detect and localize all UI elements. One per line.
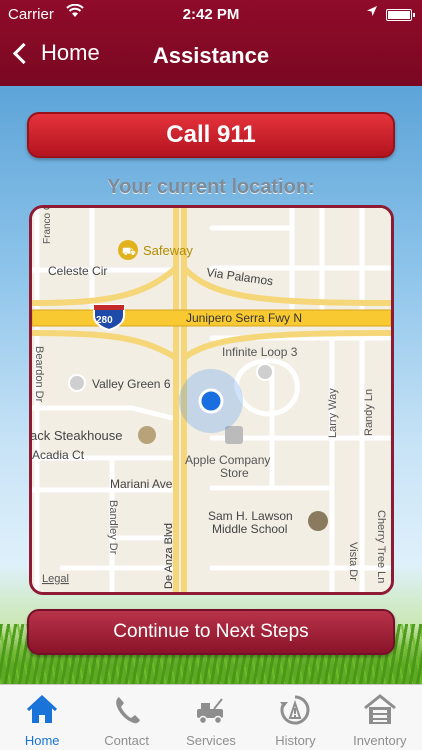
bandley-label: Bandley Dr [107,500,119,555]
cherry-label: Cherry Tree Ln [375,510,387,583]
map-legal-link[interactable]: Legal [42,573,69,585]
freeway-label: Junipero Serra Fwy N [186,311,302,325]
tab-home-label: Home [24,733,60,748]
home-icon [27,694,58,723]
nav-bar: Home Assistance [0,32,422,82]
tab-inventory[interactable]: Inventory [338,685,422,750]
tab-home[interactable]: Home [0,685,84,750]
battery-icon [386,9,415,21]
franco-label: Franco Ct [42,208,53,244]
history-icon [280,695,310,725]
header: Carrier 2:42 PM Home Assistance [0,0,422,86]
inventory-icon [363,694,396,724]
tab-contact[interactable]: Contact [84,685,168,750]
main-content: Call 911 Your current location: 280 Juni… [0,86,422,684]
steakhouse-label: ack Steakhouse [32,428,123,443]
acadia-label: Acadia Ct [32,448,85,462]
celeste-label: Celeste Cir [48,264,107,278]
vista-label: Vista Dr [347,542,359,581]
status-time: 2:42 PM [182,6,240,23]
infinite-loop-label: Infinite Loop 3 [222,345,298,359]
cart-glyph: ⛟ [122,246,136,258]
poi-marker-icon [256,363,274,381]
tab-services[interactable]: Services [169,685,253,750]
location-arrow-icon [366,5,378,20]
safeway-label: Safeway [143,243,193,258]
restaurant-icon [138,426,156,444]
call-911-button[interactable]: Call 911 [27,112,395,158]
beardon-label: Beardon Dr [33,346,45,403]
status-bar: Carrier 2:42 PM [0,0,422,30]
page-title: Assistance [152,43,270,68]
lawson-label-1: Sam H. Lawson [208,509,293,523]
poi-marker-icon [68,374,86,392]
tab-inventory-label: Inventory [353,733,407,748]
current-location-dot-icon [198,388,224,414]
tab-contact-label: Contact [104,733,150,748]
location-heading: Your current location: [107,176,315,198]
tab-services-label: Services [186,733,236,748]
apple-store-icon [225,426,243,444]
tab-history-label: History [275,733,316,748]
continue-button[interactable]: Continue to Next Steps [27,609,395,655]
apple-store-label-2: Store [220,466,249,480]
apple-store-label-1: Apple Company [185,453,270,467]
tow-truck-icon [197,698,224,725]
school-icon [308,511,328,531]
location-map[interactable]: 280 Junipero Serra Fwy N ⛟ Safeway Franc… [29,205,394,595]
mariani-label: Mariani Ave [110,477,173,491]
tab-bar: Home Contact Services History Inventory [0,684,422,750]
phone-icon [115,697,140,724]
de-anza-label: N De Anza Blvd [163,523,175,592]
tab-history[interactable]: History [253,685,337,750]
interstate-number: 280 [96,315,113,326]
randy-label: Randy Ln [363,389,375,436]
lawson-label-2: Middle School [212,522,287,536]
valley-green-label: Valley Green 6 [92,377,171,391]
larry-label: Larry Way [327,388,339,438]
